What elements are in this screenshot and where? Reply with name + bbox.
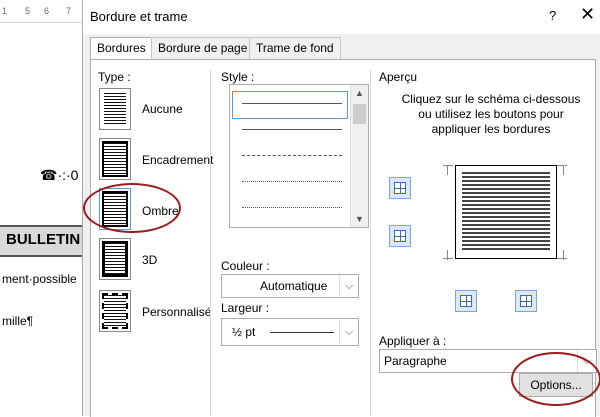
instruction-line: appliquer les bordures [431, 122, 551, 136]
lines-icon [104, 243, 126, 275]
type-option-3d[interactable]: 3D [142, 253, 157, 267]
style-scrollbar[interactable]: ▲ ▼ [350, 85, 368, 227]
scroll-up-icon[interactable]: ▲ [355, 88, 364, 98]
width-select[interactable]: ½ pt ⌵ [221, 318, 359, 346]
chevron-down-icon: ⌵ [339, 275, 358, 297]
divider [370, 70, 371, 415]
doc-bulletin-text: BULLETIN [6, 231, 81, 248]
style-option-solid[interactable] [242, 103, 342, 104]
divider [210, 70, 211, 415]
type-option-encadrement[interactable]: Encadrement [142, 153, 213, 167]
tab-label: Trame de fond [256, 41, 334, 55]
scroll-thumb[interactable] [353, 104, 366, 124]
ruler-mark: 6 [44, 6, 50, 16]
help-button[interactable]: ? [549, 8, 556, 23]
doc-text-line: ment·possible [2, 272, 77, 286]
document-area: 1 5 6 7 ☎·:·0 BULLETIN ment·possible mil… [0, 0, 82, 416]
preview-instructions: Cliquez sur le schéma ci-dessous ou util… [391, 92, 591, 137]
color-label: Couleur : [221, 259, 270, 273]
border-right-button[interactable] [515, 290, 537, 312]
border-custom-icon[interactable] [99, 290, 131, 332]
preview-label: Aperçu [379, 70, 418, 84]
border-bottom-icon [394, 230, 406, 242]
lines-icon [104, 143, 126, 175]
style-option-solid[interactable] [242, 129, 342, 130]
style-label: Style : [221, 70, 255, 84]
border-left-button[interactable] [455, 290, 477, 312]
preview-corner-mark [557, 258, 567, 259]
preview-corner-mark [443, 165, 453, 166]
tab-bordures[interactable]: Bordures [90, 37, 153, 61]
ruler-mark: 5 [25, 6, 31, 16]
border-right-icon [520, 295, 532, 307]
border-none-icon[interactable] [99, 88, 131, 130]
doc-bulletin-block: BULLETIN [0, 225, 82, 257]
type-option-personnalise[interactable]: Personnalisé [142, 305, 211, 319]
border-top-button[interactable] [389, 177, 411, 199]
border-top-icon [394, 182, 406, 194]
ruler-mark: 7 [66, 6, 72, 16]
style-listbox[interactable]: ▲ ▼ [229, 84, 369, 228]
width-label: Largeur : [221, 301, 270, 315]
annotation-ellipse [511, 352, 600, 406]
width-line-sample [270, 332, 334, 333]
border-box-icon[interactable] [99, 138, 131, 180]
border-3d-icon[interactable] [99, 238, 131, 280]
style-selected-item[interactable] [232, 91, 348, 119]
style-option-dotted[interactable] [242, 207, 342, 208]
doc-text-line: mille¶ [2, 314, 34, 328]
style-option-dotted[interactable] [242, 181, 342, 182]
dialog-title: Bordure et trame [90, 9, 188, 24]
preview-corner-mark [557, 165, 567, 166]
preview-corner-mark [447, 165, 448, 175]
type-option-aucune[interactable]: Aucune [142, 102, 183, 116]
apply-to-label: Appliquer à : [379, 334, 447, 348]
instruction-line: ou utilisez les boutons pour [418, 107, 564, 121]
ruler-mark: 1 [2, 6, 8, 16]
scroll-down-icon[interactable]: ▼ [355, 214, 364, 224]
doc-phone-line: ☎·:·0 [40, 167, 79, 183]
type-label: Type : [98, 70, 131, 84]
color-value: Automatique [260, 279, 328, 293]
border-left-icon [460, 295, 472, 307]
close-button[interactable]: ✕ [580, 4, 595, 25]
lines-icon [104, 295, 126, 327]
lines-icon [104, 93, 126, 125]
tab-label: Bordure de page [158, 41, 248, 55]
color-select[interactable]: Automatique ⌵ [221, 274, 359, 298]
preview-corner-mark [443, 258, 453, 259]
ruler: 1 5 6 7 [0, 0, 82, 23]
chevron-down-icon: ⌵ [339, 319, 358, 345]
style-option-dashed[interactable] [242, 155, 342, 156]
width-value: ½ pt [232, 325, 256, 339]
tab-label: Bordures [97, 41, 146, 55]
instruction-line: Cliquez sur le schéma ci-dessous [401, 92, 581, 106]
preview-text-lines [462, 172, 550, 252]
tab-bordure-de-page[interactable]: Bordure de page [151, 37, 255, 59]
preview-diagram[interactable] [455, 165, 557, 259]
apply-to-value: Paragraphe [384, 354, 447, 368]
tab-trame-de-fond[interactable]: Trame de fond [249, 37, 341, 59]
dialog-titlebar: Bordure et trame ? ✕ [83, 0, 600, 34]
border-bottom-button[interactable] [389, 225, 411, 247]
preview-corner-mark [563, 165, 564, 175]
annotation-ellipse [83, 183, 181, 233]
